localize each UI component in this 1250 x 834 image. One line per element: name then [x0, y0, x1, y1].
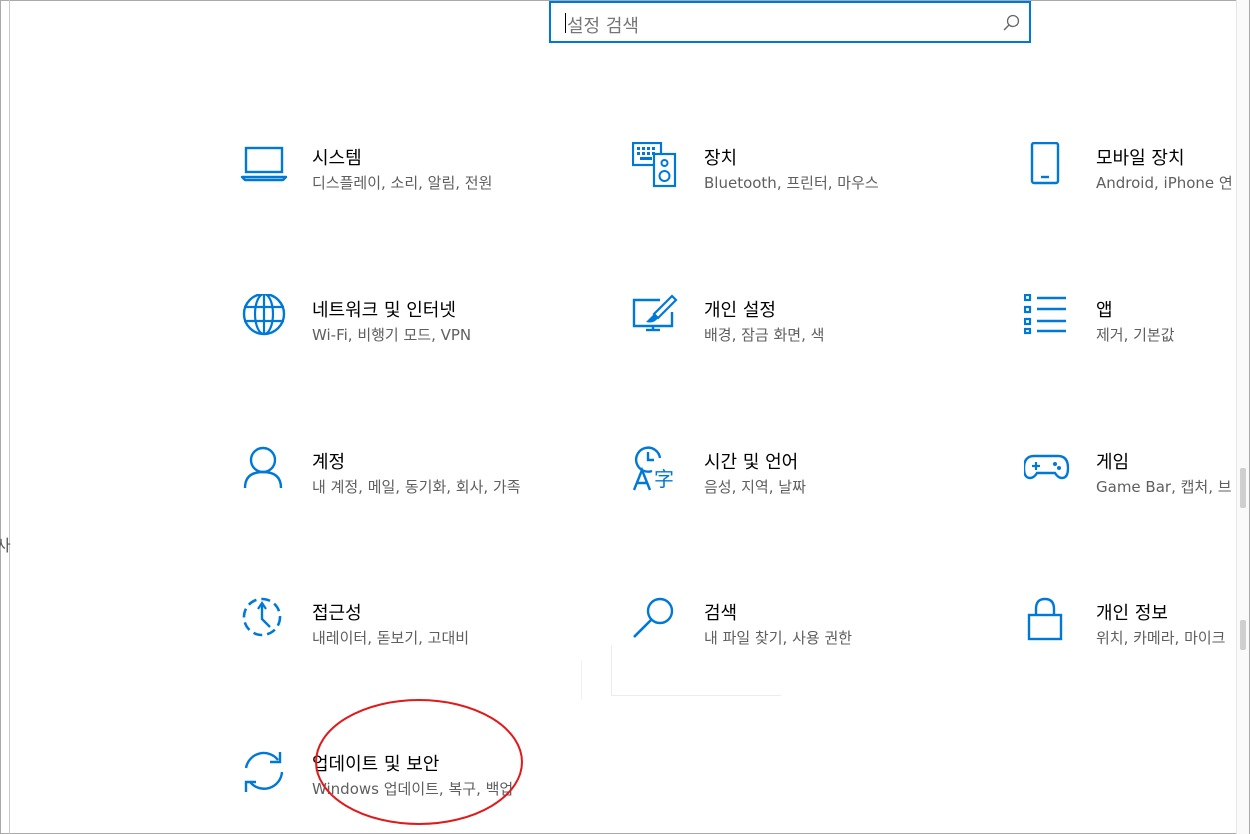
tile-personalization[interactable]: 개인 설정 배경, 잠금 화면, 색 — [632, 294, 972, 374]
tile-time-language[interactable]: 字 시간 및 언어 음성, 지역, 날짜 — [632, 446, 972, 526]
search-icon — [633, 597, 674, 638]
tile-subtitle: Game Bar, 캡처, 브 — [1096, 478, 1232, 496]
tile-title: 모바일 장치 — [1096, 148, 1185, 169]
search-placeholder: 설정 검색 — [567, 16, 639, 37]
tile-subtitle: 위치, 카메라, 마이크 — [1096, 629, 1226, 647]
tile-title: 개인 설정 — [704, 300, 776, 321]
paint-screen-icon — [632, 294, 678, 332]
annotation-circle — [315, 699, 523, 825]
tile-title: 시스템 — [312, 148, 362, 169]
tile-title: 계정 — [312, 452, 346, 473]
sync-icon — [244, 751, 284, 792]
lock-icon — [1027, 597, 1063, 641]
phone-icon — [1030, 142, 1060, 185]
tile-subtitle: Android, iPhone 연 — [1096, 174, 1233, 192]
tile-title: 시간 및 언어 — [704, 452, 799, 473]
tile-subtitle: 배경, 잠금 화면, 색 — [704, 326, 825, 344]
tile-title: 개인 정보 — [1096, 603, 1168, 624]
window-frame — [0, 0, 1250, 834]
divider — [581, 660, 582, 700]
tile-apps[interactable]: 앱 제거, 기본값 — [1024, 294, 1250, 374]
tile-phone[interactable]: 모바일 장치 Android, iPhone 연 — [1024, 142, 1250, 222]
tile-title: 게임 — [1096, 452, 1130, 473]
tile-search[interactable]: 검색 내 파일 찾기, 사용 권한 — [632, 597, 972, 677]
tile-title: 접근성 — [312, 603, 362, 624]
tile-accounts[interactable]: 계정 내 계정, 메일, 동기화, 회사, 가족 — [240, 446, 580, 526]
tile-title: 앱 — [1096, 300, 1113, 321]
search-icon[interactable] — [1001, 13, 1021, 33]
tile-network[interactable]: 네트워크 및 인터넷 Wi-Fi, 비행기 모드, VPN — [240, 294, 580, 374]
tile-title: 검색 — [704, 603, 738, 624]
person-icon — [243, 446, 283, 489]
tile-subtitle: Bluetooth, 프린터, 마우스 — [704, 174, 879, 192]
keyboard-speaker-icon — [632, 142, 677, 188]
ease-of-access-icon — [242, 597, 282, 637]
left-panel-edge — [9, 0, 10, 834]
tile-subtitle: 내 계정, 메일, 동기화, 회사, 가족 — [312, 478, 521, 496]
search-box[interactable]: 설정 검색 — [549, 1, 1031, 43]
tile-subtitle: Wi-Fi, 비행기 모드, VPN — [312, 326, 472, 344]
time-language-icon: 字 — [632, 446, 674, 491]
tile-subtitle: 제거, 기본값 — [1096, 326, 1175, 344]
tile-subtitle: 내레이터, 돋보기, 고대비 — [312, 629, 470, 647]
gamepad-icon — [1024, 454, 1070, 480]
tile-subtitle: 음성, 지역, 날짜 — [704, 478, 806, 496]
tile-system[interactable]: 시스템 디스플레이, 소리, 알림, 전원 — [240, 142, 580, 222]
scrollbar[interactable] — [1236, 0, 1249, 834]
tile-privacy[interactable]: 개인 정보 위치, 카메라, 마이크 — [1024, 597, 1250, 677]
svg-text:字: 字 — [654, 467, 674, 491]
globe-icon — [242, 294, 286, 336]
tile-title: 네트워크 및 인터넷 — [312, 300, 456, 321]
divider — [611, 645, 612, 695]
tile-title: 장치 — [704, 148, 738, 169]
left-clipped-text: 사 — [0, 536, 11, 555]
tile-ease-of-access[interactable]: 접근성 내레이터, 돋보기, 고대비 — [240, 597, 580, 677]
divider — [611, 695, 781, 696]
laptop-icon — [240, 146, 288, 182]
tile-subtitle: 디스플레이, 소리, 알림, 전원 — [312, 174, 493, 192]
tile-devices[interactable]: 장치 Bluetooth, 프린터, 마우스 — [632, 142, 972, 222]
text-caret — [565, 13, 566, 33]
tile-gaming[interactable]: 게임 Game Bar, 캡처, 브 — [1024, 446, 1250, 526]
apps-list-icon — [1024, 294, 1066, 335]
tile-subtitle: 내 파일 찾기, 사용 권한 — [704, 629, 853, 647]
